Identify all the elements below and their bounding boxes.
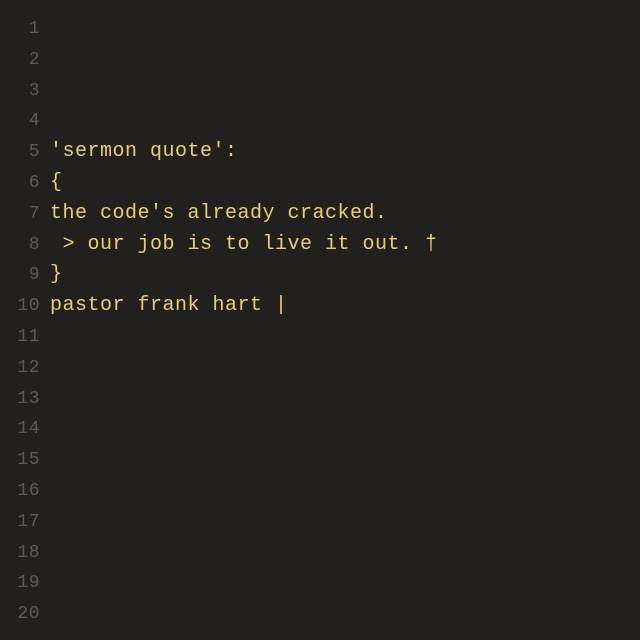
line-number: 15 — [0, 445, 40, 476]
code-line[interactable]: > our job is to live it out. † — [50, 230, 640, 261]
code-line[interactable] — [50, 45, 640, 76]
code-line[interactable] — [50, 106, 640, 137]
code-line[interactable] — [50, 599, 640, 630]
code-line[interactable]: { — [50, 168, 640, 199]
line-number: 17 — [0, 507, 40, 538]
code-line[interactable]: } — [50, 260, 640, 291]
line-number: 9 — [0, 260, 40, 291]
code-line[interactable] — [50, 414, 640, 445]
line-number: 4 — [0, 106, 40, 137]
code-line[interactable] — [50, 76, 640, 107]
code-line[interactable] — [50, 353, 640, 384]
code-line[interactable] — [50, 538, 640, 569]
line-number: 7 — [0, 199, 40, 230]
line-number: 13 — [0, 384, 40, 415]
line-number: 6 — [0, 168, 40, 199]
code-line[interactable]: pastor frank hart | — [50, 291, 640, 322]
line-number: 18 — [0, 538, 40, 569]
code-editor[interactable]: 1 2 3 4 5 6 7 8 9 10 11 12 13 14 15 16 1… — [0, 0, 640, 640]
code-line[interactable] — [50, 476, 640, 507]
line-number: 20 — [0, 599, 40, 630]
line-number: 1 — [0, 14, 40, 45]
line-number-gutter: 1 2 3 4 5 6 7 8 9 10 11 12 13 14 15 16 1… — [0, 14, 50, 640]
code-line[interactable] — [50, 445, 640, 476]
line-number: 8 — [0, 230, 40, 261]
line-number: 14 — [0, 414, 40, 445]
line-number: 19 — [0, 568, 40, 599]
code-line[interactable] — [50, 384, 640, 415]
code-line[interactable]: 'sermon quote': — [50, 137, 640, 168]
line-number: 11 — [0, 322, 40, 353]
line-number: 16 — [0, 476, 40, 507]
code-line[interactable] — [50, 507, 640, 538]
line-number: 10 — [0, 291, 40, 322]
line-number: 3 — [0, 76, 40, 107]
code-line[interactable] — [50, 322, 640, 353]
line-number: 2 — [0, 45, 40, 76]
code-line[interactable] — [50, 14, 640, 45]
code-line[interactable] — [50, 568, 640, 599]
line-number: 12 — [0, 353, 40, 384]
code-line[interactable]: the code's already cracked. — [50, 199, 640, 230]
line-number: 5 — [0, 137, 40, 168]
code-area[interactable]: 'sermon quote': { the code's already cra… — [50, 14, 640, 640]
